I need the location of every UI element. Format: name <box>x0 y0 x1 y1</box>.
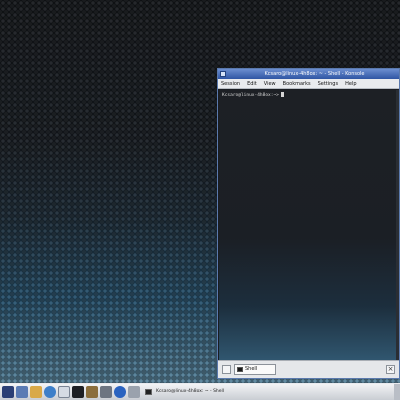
taskbar-button-konsole[interactable]: Kcsaro@linux-4h8ox: ~ - Shell <box>142 386 292 398</box>
session-tab-bar: Shell × <box>218 360 399 378</box>
settings-icon[interactable] <box>128 386 140 398</box>
terminal-icon <box>145 389 152 395</box>
shell-prompt: Kcsaro@linux-4h8ox:~> <box>222 93 279 98</box>
terminal-app-icon[interactable] <box>220 71 226 77</box>
terminal-icon <box>237 367 243 372</box>
desktop-icon[interactable] <box>16 386 28 398</box>
media-player-icon[interactable] <box>100 386 112 398</box>
home-icon[interactable] <box>30 386 42 398</box>
tab-shell[interactable]: Shell <box>234 364 276 375</box>
office-icon[interactable] <box>86 386 98 398</box>
menu-bar: Session Edit View Bookmarks Settings Hel… <box>218 79 399 89</box>
new-tab-button[interactable] <box>222 365 231 374</box>
tab-shell-label: Shell <box>245 366 258 372</box>
terminal-area[interactable]: Kcsaro@linux-4h8ox:~> <box>219 90 398 360</box>
konsole-window[interactable]: Kcsaro@linux-4h8ox: ~ - Shell - Konsole … <box>217 68 400 379</box>
text-cursor <box>280 92 284 97</box>
window-titlebar[interactable]: Kcsaro@linux-4h8ox: ~ - Shell - Konsole <box>218 69 399 79</box>
konqueror-icon[interactable] <box>114 386 126 398</box>
menu-edit[interactable]: Edit <box>247 81 257 87</box>
menu-settings[interactable]: Settings <box>318 81 339 87</box>
close-tab-button[interactable]: × <box>386 365 395 374</box>
menu-session[interactable]: Session <box>221 81 240 87</box>
network-icon[interactable] <box>44 386 56 398</box>
window-title: Kcsaro@linux-4h8ox: ~ - Shell - Konsole <box>264 71 365 77</box>
taskbar-button-label: Kcsaro@linux-4h8ox: ~ - Shell <box>156 389 225 394</box>
menu-help[interactable]: Help <box>345 81 356 87</box>
menu-bookmarks[interactable]: Bookmarks <box>283 81 311 87</box>
kde-taskbar: Kcsaro@linux-4h8ox: ~ - Shell <box>0 383 400 400</box>
kmenu-icon[interactable] <box>2 386 14 398</box>
menu-view[interactable]: View <box>264 81 276 87</box>
documents-icon[interactable] <box>58 386 70 398</box>
system-tray[interactable] <box>394 384 400 400</box>
terminal-scrollbar[interactable] <box>396 90 399 360</box>
terminal-icon[interactable] <box>72 386 84 398</box>
